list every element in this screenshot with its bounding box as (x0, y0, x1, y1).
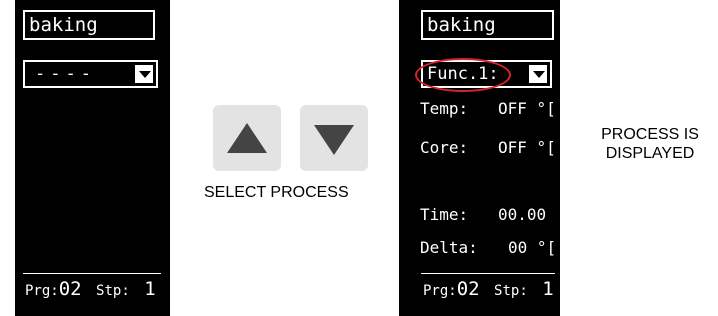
prg-label: Prg: (25, 283, 59, 299)
display-after: baking Func.1: Temp: OFF °[ Core: OFF °[… (399, 0, 560, 316)
stp-value: 1 (144, 278, 156, 300)
caption-line-1: PROCESS IS (601, 126, 699, 143)
prg-value: 02 (456, 278, 480, 300)
param-label: Delta: (420, 238, 478, 257)
stp-value: 1 (542, 278, 554, 300)
prg-label: Prg: (423, 283, 457, 299)
up-key[interactable] (213, 105, 281, 171)
down-key[interactable] (300, 105, 368, 171)
param-value: OFF °[ (498, 138, 556, 157)
param-label: Core: (420, 138, 469, 157)
triangle-up-icon (227, 123, 267, 153)
program-title: baking (421, 10, 554, 40)
prg-value: 02 (58, 278, 82, 300)
param-value: 00.00 (498, 205, 547, 224)
chevron-down-icon[interactable] (528, 64, 548, 84)
process-select-value: ---- (35, 64, 96, 84)
caption-line-2: DISPLAYED (605, 145, 695, 162)
param-label: Temp: (420, 99, 469, 118)
display-before: baking ---- Prg:02 Stp: 1 (15, 0, 170, 316)
footer-divider (421, 273, 555, 274)
program-title: baking (23, 10, 155, 40)
selection-highlight-ring (415, 58, 511, 92)
triangle-down-icon (314, 125, 354, 155)
program-step-footer: Prg:02 Stp: 1 (423, 278, 554, 300)
stp-label: Stp: (96, 283, 130, 299)
process-displayed-caption: PROCESS IS DISPLAYED (585, 125, 715, 163)
footer-divider (23, 273, 161, 274)
program-step-footer: Prg:02 Stp: 1 (25, 278, 156, 300)
param-value: OFF °[ (498, 99, 556, 118)
stp-label: Stp: (494, 283, 528, 299)
param-value: 00 °[ (508, 238, 557, 257)
select-process-caption: SELECT PROCESS (204, 184, 349, 201)
chevron-down-icon[interactable] (134, 64, 154, 84)
process-select[interactable]: ---- (23, 60, 158, 88)
param-label: Time: (420, 205, 469, 224)
